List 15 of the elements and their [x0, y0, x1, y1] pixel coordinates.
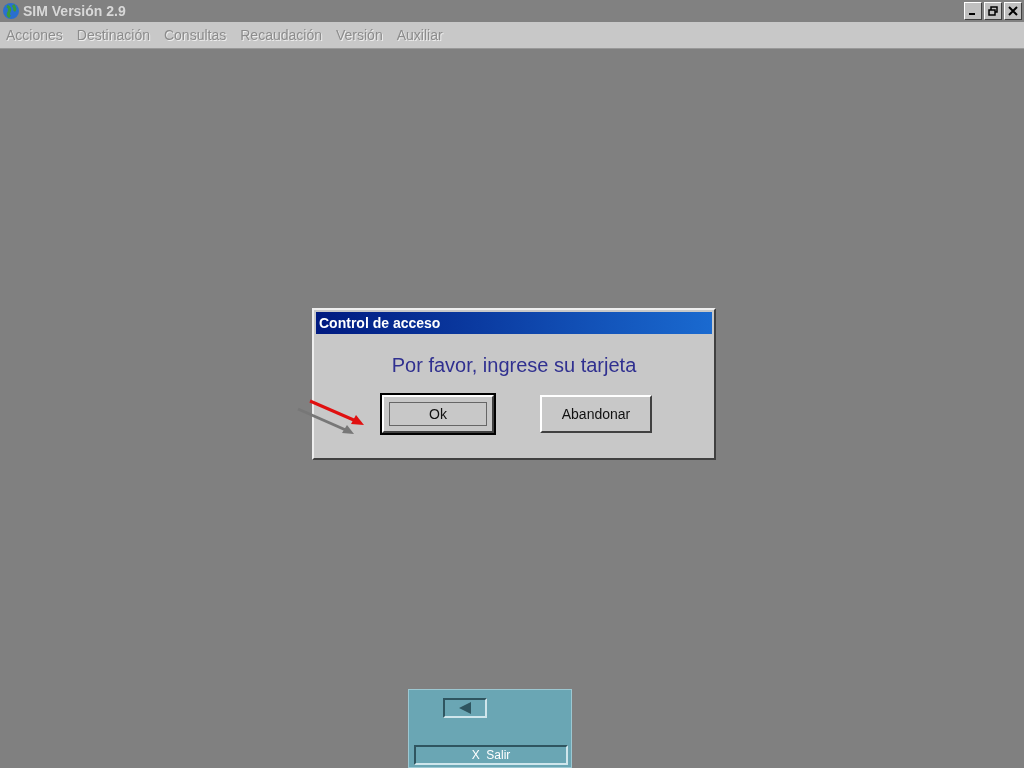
dialog-title: Control de acceso: [316, 312, 712, 334]
close-icon: [1008, 6, 1018, 16]
restore-button[interactable]: [984, 2, 1002, 20]
close-button[interactable]: [1004, 2, 1022, 20]
exit-button[interactable]: X Salir: [414, 745, 568, 765]
dialog-button[interactable]: Abandonar: [540, 395, 652, 433]
window-title: SIM Versión 2.9: [23, 3, 126, 19]
dialog-message: Por favor, ingrese su tarjeta: [390, 354, 638, 377]
back-button[interactable]: [443, 698, 487, 718]
restore-icon: [988, 6, 998, 16]
globe-icon: [2, 2, 20, 20]
left-triangle-icon: [458, 702, 472, 714]
minimize-button[interactable]: [964, 2, 982, 20]
dialog-button[interactable]: Ok: [382, 395, 494, 433]
minimize-icon: [969, 13, 975, 15]
